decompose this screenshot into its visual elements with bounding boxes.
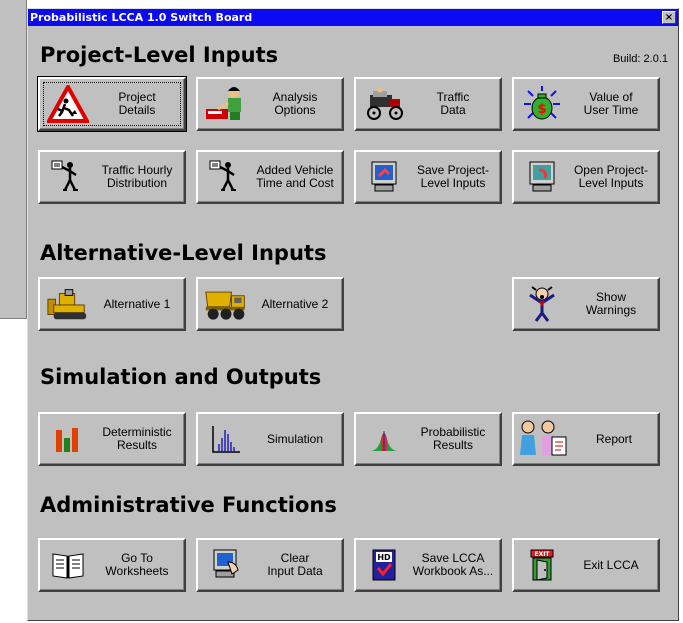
value-of-user-time-button[interactable]: $ Value of User Time [512, 77, 660, 131]
svg-text:HD: HD [377, 553, 391, 562]
section-project-level-inputs: Project-Level Inputs [40, 43, 279, 67]
traffic-hourly-distribution-label: Traffic Hourly Distribution [101, 163, 173, 190]
analysis-options-label: Analysis Options [272, 90, 318, 117]
report-label: Report [595, 431, 633, 446]
simulation-button[interactable]: Simulation [196, 412, 344, 466]
save-project-inputs-button[interactable]: Save Project- Level Inputs [354, 150, 502, 204]
clear-input-data-button[interactable]: Clear Input Data [196, 538, 344, 592]
window-title: Probabilistic LCCA 1.0 Switch Board [30, 11, 253, 24]
go-to-worksheets-button[interactable]: Go To Worksheets [38, 538, 186, 592]
dump-truck-icon [204, 285, 248, 323]
background-window [0, 0, 27, 319]
alternative-1-label: Alternative 1 [103, 296, 171, 311]
open-book-icon [46, 546, 90, 584]
save-workbook-as-button[interactable]: HD Save LCCA Workbook As... [354, 538, 502, 592]
traffic-data-label: Traffic Data [436, 90, 470, 117]
distribution-icon [362, 420, 406, 458]
bar-chart-icon [46, 420, 90, 458]
save-workbook-icon: HD [362, 546, 406, 584]
traffic-data-button[interactable]: Traffic Data [354, 77, 502, 131]
save-workbook-as-label: Save LCCA Workbook As... [412, 551, 494, 578]
show-warnings-label: Show Warnings [585, 290, 637, 317]
histogram-icon [204, 420, 248, 458]
section-administrative-functions: Administrative Functions [40, 493, 337, 517]
switchboard-dialog: Probabilistic LCCA 1.0 Switch Board × Pr… [27, 8, 679, 621]
svg-text:EXIT: EXIT [534, 551, 550, 558]
deterministic-results-label: Deterministic Results [102, 425, 172, 452]
open-project-inputs-button[interactable]: Open Project- Level Inputs [512, 150, 660, 204]
show-warnings-button[interactable]: Show Warnings [512, 277, 660, 331]
construction-warning-sign-icon [46, 85, 90, 123]
section-alternative-level-inputs: Alternative-Level Inputs [40, 241, 327, 265]
title-bar: Probabilistic LCCA 1.0 Switch Board × [28, 9, 678, 26]
presenters-icon [516, 420, 572, 458]
exit-lcca-button[interactable]: EXIT Exit LCCA [512, 538, 660, 592]
svg-text:$: $ [537, 102, 546, 117]
deterministic-results-button[interactable]: Deterministic Results [38, 412, 186, 466]
project-details-label: Project Details [118, 90, 156, 117]
alternative-2-label: Alternative 2 [261, 296, 329, 311]
save-project-inputs-label: Save Project- Level Inputs [416, 163, 490, 190]
computer-save-icon [362, 158, 406, 196]
value-of-user-time-label: Value of User Time [583, 90, 639, 117]
alternative-1-button[interactable]: Alternative 1 [38, 277, 186, 331]
open-project-inputs-label: Open Project- Level Inputs [573, 163, 649, 190]
build-label: Build: 2.0.1 [612, 53, 668, 65]
added-vehicle-time-cost-label: Added Vehicle Time and Cost [256, 163, 334, 190]
walking-person-icon [46, 158, 90, 196]
go-to-worksheets-label: Go To Worksheets [105, 551, 169, 578]
bulldozer-icon [46, 285, 90, 323]
added-vehicle-time-cost-button[interactable]: Added Vehicle Time and Cost [196, 150, 344, 204]
project-details-button[interactable]: Project Details [37, 76, 187, 132]
probabilistic-results-label: Probabilistic Results [420, 425, 486, 452]
simulation-label: Simulation [266, 431, 324, 446]
old-car-icon [362, 85, 406, 123]
person-at-desk-icon [204, 85, 248, 123]
analysis-options-button[interactable]: Analysis Options [196, 77, 344, 131]
walking-person-icon [204, 158, 248, 196]
probabilistic-results-button[interactable]: Probabilistic Results [354, 412, 502, 466]
report-button[interactable]: Report [512, 412, 660, 466]
alternative-2-button[interactable]: Alternative 2 [196, 277, 344, 331]
clear-input-data-label: Clear Input Data [267, 551, 323, 578]
traffic-hourly-distribution-button[interactable]: Traffic Hourly Distribution [38, 150, 186, 204]
close-button[interactable]: × [662, 11, 676, 24]
shouting-man-icon [520, 285, 564, 323]
exit-door-icon: EXIT [520, 546, 564, 584]
section-simulation-and-outputs: Simulation and Outputs [40, 365, 322, 389]
money-bag-icon: $ [520, 85, 564, 123]
computer-hand-icon [204, 546, 248, 584]
exit-lcca-label: Exit LCCA [583, 557, 639, 572]
computer-open-icon [520, 158, 564, 196]
